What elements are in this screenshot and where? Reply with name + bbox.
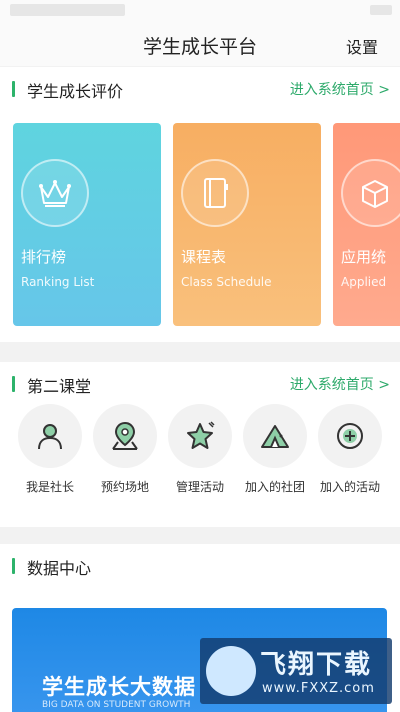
- box-icon: [341, 159, 400, 227]
- banner-title: 学生成长大数据: [42, 675, 196, 699]
- site-watermark: 飞翔下载 www.FXXZ.com: [200, 638, 392, 704]
- evaluation-header: 学生成长评价 进入系统首页 >: [0, 67, 400, 111]
- crown-icon: [21, 159, 89, 227]
- item-joined-club[interactable]: 加入的社团: [241, 404, 309, 495]
- status-left-area: [10, 4, 125, 16]
- evaluation-section: 学生成长评价 进入系统首页 > 排行榜 Ranking List 课程表 Cla…: [0, 67, 400, 342]
- watermark-url: www.FXXZ.com: [262, 681, 375, 696]
- item-label: 管理活动: [175, 480, 224, 494]
- item-label: 加入的社团: [244, 480, 305, 494]
- item-label: 加入的活动: [319, 480, 380, 494]
- banner-subtitle: BIG DATA ON STUDENT GROWTH: [42, 700, 191, 710]
- second-class-section: 第二课堂 进入系统首页 > 我是社长 预约场地 管理活动 加入的社团 加入的活动: [0, 362, 400, 527]
- status-right-area: [370, 5, 392, 15]
- second-class-title: 第二课堂: [27, 377, 92, 396]
- section-accent-bar: [12, 81, 15, 97]
- item-book-venue[interactable]: 预约场地: [91, 404, 159, 495]
- card-title: 应用统: [341, 248, 387, 266]
- watermark-logo-icon: [206, 646, 256, 696]
- second-class-home-link[interactable]: 进入系统首页 >: [290, 374, 390, 394]
- watermark-name: 飞翔下载: [260, 650, 373, 680]
- item-club-president[interactable]: 我是社长: [16, 404, 84, 495]
- card-applied[interactable]: 应用统 Applied: [333, 123, 400, 326]
- data-center-title: 数据中心: [27, 559, 92, 578]
- card-title: 课程表: [181, 248, 227, 266]
- page-title: 学生成长平台: [142, 36, 257, 58]
- data-center-header: 数据中心: [0, 544, 400, 588]
- tent-icon: [243, 404, 307, 468]
- item-label: 我是社长: [25, 480, 74, 494]
- card-schedule[interactable]: 课程表 Class Schedule: [173, 123, 321, 326]
- section-accent-bar: [12, 376, 15, 392]
- status-bar: [0, 0, 400, 22]
- second-class-header: 第二课堂 进入系统首页 >: [0, 362, 400, 406]
- title-bar: 学生成长平台 设置: [0, 22, 400, 66]
- card-subtitle: Ranking List: [21, 275, 95, 289]
- notebook-icon: [181, 159, 249, 227]
- item-label: 预约场地: [100, 480, 149, 494]
- card-title: 排行榜: [21, 248, 67, 266]
- card-subtitle: Class Schedule: [181, 275, 272, 289]
- location-icon: [93, 404, 157, 468]
- item-manage-activity[interactable]: 管理活动: [166, 404, 234, 495]
- star-icon: [168, 404, 232, 468]
- card-subtitle: Applied: [341, 275, 387, 289]
- evaluation-home-link[interactable]: 进入系统首页 >: [290, 79, 390, 99]
- evaluation-title: 学生成长评价: [27, 82, 124, 101]
- plus-circle-icon: [318, 404, 382, 468]
- item-joined-activity[interactable]: 加入的活动: [316, 404, 384, 495]
- person-icon: [18, 404, 82, 468]
- settings-button[interactable]: 设置: [346, 34, 378, 58]
- section-accent-bar: [12, 558, 15, 574]
- card-ranking[interactable]: 排行榜 Ranking List: [13, 123, 161, 326]
